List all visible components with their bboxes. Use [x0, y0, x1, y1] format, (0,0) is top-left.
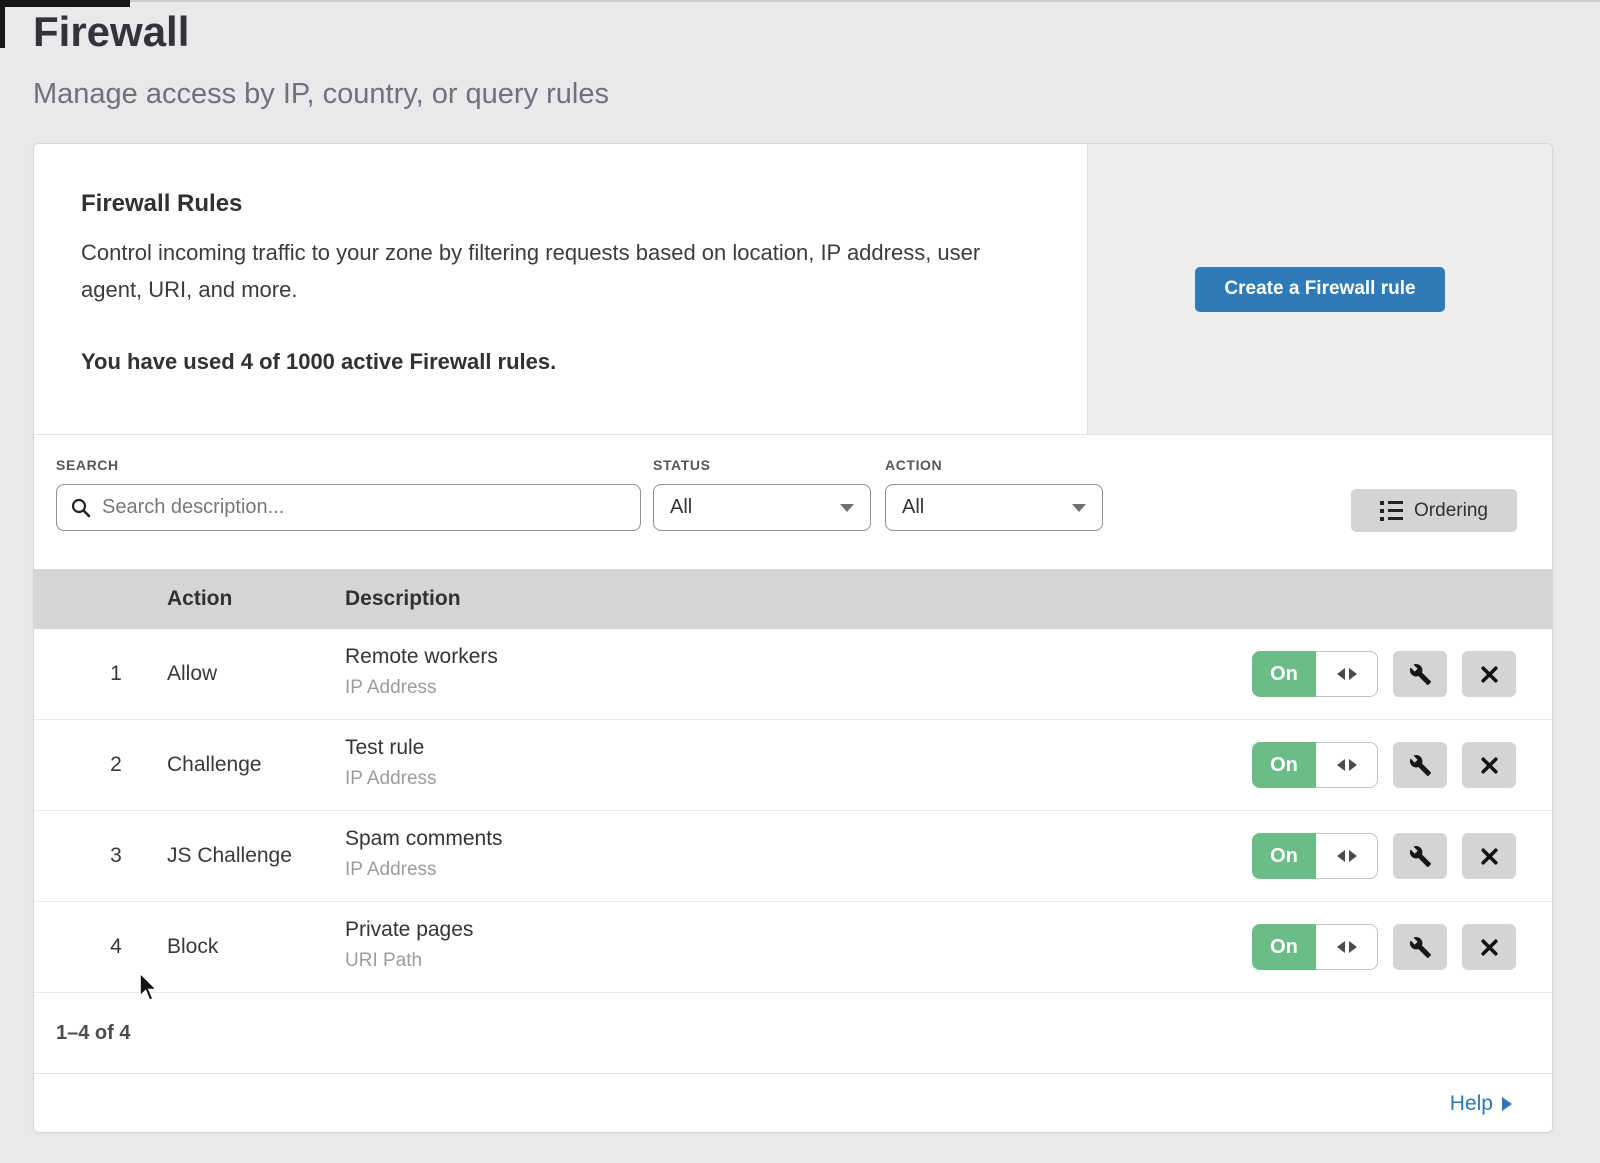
window-edge-artifact [0, 0, 5, 48]
wrench-icon [1409, 936, 1432, 959]
close-icon [1479, 755, 1500, 776]
rule-description-cell: Remote workers IP Address [345, 645, 498, 699]
table-row: 2 Challenge Test rule IP Address On [34, 720, 1552, 811]
toggle-on-label: On [1252, 833, 1316, 879]
pagination-row: 1–4 of 4 [34, 993, 1552, 1074]
rule-priority: 4 [96, 935, 136, 959]
wrench-icon [1409, 845, 1432, 868]
table-row: 3 JS Challenge Spam comments IP Address … [34, 811, 1552, 902]
search-label: SEARCH [56, 457, 641, 473]
delete-rule-button[interactable] [1462, 924, 1516, 970]
close-icon [1479, 664, 1500, 685]
rule-description: Spam comments [345, 827, 503, 851]
firewall-page: Firewall Manage access by IP, country, o… [0, 0, 1600, 1163]
help-link[interactable]: Help [1450, 1092, 1512, 1116]
list-icon [1380, 501, 1403, 521]
toggle-on-label: On [1252, 742, 1316, 788]
rule-match-type: IP Address [345, 768, 437, 790]
filters-bar: SEARCH STATUS All ACTION [34, 434, 1552, 569]
firewall-rules-card: Firewall Rules Control incoming traffic … [33, 143, 1553, 1133]
chevron-down-icon [840, 504, 854, 512]
search-icon [70, 497, 92, 519]
ordering-button-label: Ordering [1414, 500, 1488, 522]
rules-list: 1 Allow Remote workers IP Address On 2 C… [34, 629, 1552, 993]
pagination-text: 1–4 of 4 [56, 1022, 130, 1044]
wrench-icon [1409, 663, 1432, 686]
close-icon [1479, 937, 1500, 958]
rule-enabled-toggle[interactable]: On [1252, 833, 1378, 879]
table-row: 4 Block Private pages URI Path On [34, 902, 1552, 993]
usage-text: You have used 4 of 1000 active Firewall … [81, 349, 556, 375]
overview-section: Firewall Rules Control incoming traffic … [34, 144, 1552, 434]
rule-match-type: IP Address [345, 859, 503, 881]
status-selected-value: All [670, 496, 692, 519]
column-header-action: Action [167, 569, 232, 629]
column-header-description: Description [345, 569, 461, 629]
status-select[interactable]: All [653, 484, 871, 531]
action-select[interactable]: All [885, 484, 1103, 531]
rule-action: Challenge [167, 753, 262, 777]
wrench-icon [1409, 754, 1432, 777]
rule-enabled-toggle[interactable]: On [1252, 924, 1378, 970]
rule-match-type: URI Path [345, 950, 473, 972]
page-subtitle: Manage access by IP, country, or query r… [33, 78, 609, 111]
chevron-down-icon [1072, 504, 1086, 512]
rule-description: Test rule [345, 736, 437, 760]
edit-rule-button[interactable] [1393, 833, 1447, 879]
rule-priority: 1 [96, 662, 136, 686]
screenshot-top-edge [0, 0, 1600, 2]
rule-action: Allow [167, 662, 217, 686]
search-input-wrap [56, 484, 641, 531]
action-label: ACTION [885, 457, 1103, 473]
rule-action: Block [167, 935, 218, 959]
toggle-on-label: On [1252, 651, 1316, 697]
edit-rule-button[interactable] [1393, 742, 1447, 788]
rule-description-cell: Test rule IP Address [345, 736, 437, 790]
rule-enabled-toggle[interactable]: On [1252, 742, 1378, 788]
rule-priority: 2 [96, 753, 136, 777]
table-header: Action Description [34, 569, 1552, 629]
action-selected-value: All [902, 496, 924, 519]
overview-description: Control incoming traffic to your zone by… [81, 234, 981, 308]
left-right-arrows-icon [1316, 924, 1378, 970]
help-row: Help [34, 1074, 1552, 1133]
create-firewall-rule-button[interactable]: Create a Firewall rule [1195, 267, 1445, 312]
status-field: STATUS All [653, 457, 871, 531]
toggle-on-label: On [1252, 924, 1316, 970]
rule-description: Private pages [345, 918, 473, 942]
rule-priority: 3 [96, 844, 136, 868]
status-label: STATUS [653, 457, 871, 473]
rule-description: Remote workers [345, 645, 498, 669]
ordering-button[interactable]: Ordering [1351, 489, 1517, 532]
delete-rule-button[interactable] [1462, 833, 1516, 879]
search-field: SEARCH [56, 457, 641, 531]
delete-rule-button[interactable] [1462, 742, 1516, 788]
rule-action: JS Challenge [167, 844, 292, 868]
left-right-arrows-icon [1316, 742, 1378, 788]
left-right-arrows-icon [1316, 651, 1378, 697]
overview-heading: Firewall Rules [81, 190, 242, 218]
chevron-right-icon [1502, 1097, 1512, 1111]
delete-rule-button[interactable] [1462, 651, 1516, 697]
help-link-label: Help [1450, 1092, 1493, 1116]
table-row: 1 Allow Remote workers IP Address On [34, 629, 1552, 720]
rule-match-type: IP Address [345, 677, 498, 699]
left-right-arrows-icon [1316, 833, 1378, 879]
rule-description-cell: Private pages URI Path [345, 918, 473, 972]
edit-rule-button[interactable] [1393, 924, 1447, 970]
rule-enabled-toggle[interactable]: On [1252, 651, 1378, 697]
window-edge-artifact [0, 0, 130, 7]
rule-description-cell: Spam comments IP Address [345, 827, 503, 881]
search-input[interactable] [92, 485, 640, 530]
close-icon [1479, 846, 1500, 867]
action-field: ACTION All [885, 457, 1103, 531]
edit-rule-button[interactable] [1393, 651, 1447, 697]
create-rule-panel: Create a Firewall rule [1087, 144, 1552, 434]
page-title: Firewall [33, 8, 189, 56]
